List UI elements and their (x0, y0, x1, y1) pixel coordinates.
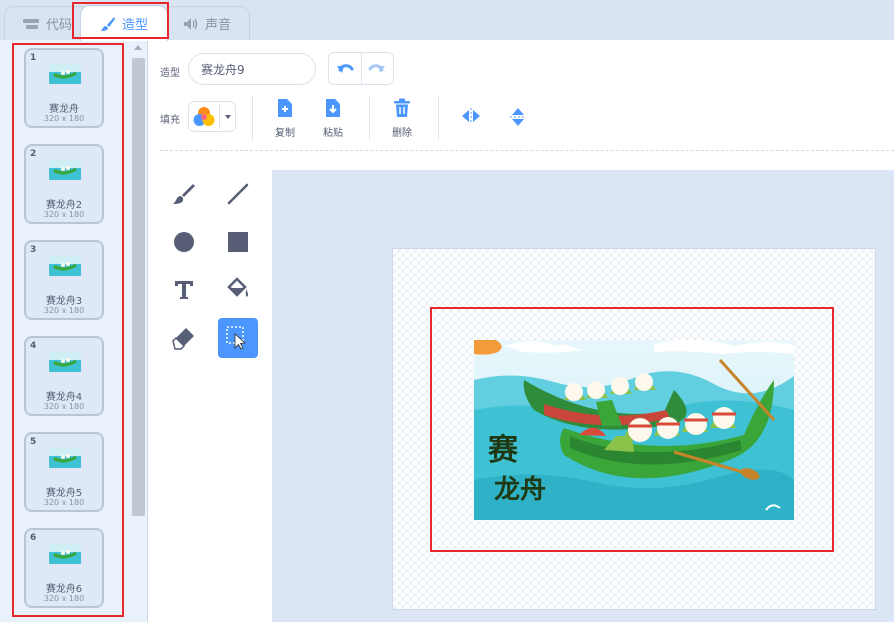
copy-label: 复制 (275, 128, 295, 139)
flip-vertical-button[interactable] (500, 106, 536, 131)
dragon-boat-image: 赛 龙舟 (474, 340, 794, 520)
code-blocks-icon (22, 18, 39, 29)
costume-number: 4 (30, 341, 37, 351)
flip-vertical-icon (510, 108, 526, 126)
copy-icon (278, 99, 292, 117)
costume-thumbnail (49, 352, 81, 372)
rectangle-tool-button[interactable] (218, 222, 258, 262)
circle-tool-button[interactable] (164, 222, 204, 262)
costume-size: 320 x 180 (43, 306, 85, 315)
costume-thumbnail (49, 160, 81, 180)
costume-name-value: 赛龙舟9 (201, 62, 245, 77)
chevron-down-icon (225, 115, 231, 119)
paint-bucket-icon (227, 277, 249, 297)
costume-number: 3 (30, 245, 37, 255)
costume-thumbnail (49, 544, 81, 564)
costume-item[interactable]: 6 赛龙舟6 320 x 180 (24, 528, 104, 608)
fill-label: 填充 (160, 115, 180, 126)
artwork-title-line2: 龙舟 (494, 475, 546, 505)
select-cursor-icon (226, 326, 246, 350)
redo-icon (368, 63, 386, 73)
line-tool-icon (227, 183, 249, 205)
undo-redo-group (328, 52, 394, 85)
scroll-up-arrow-icon[interactable] (134, 45, 142, 50)
fill-tool-button[interactable] (218, 270, 258, 310)
costume-number: 2 (30, 149, 37, 159)
paste-icon (326, 99, 340, 117)
costume-name-input[interactable]: 赛龙舟9 (188, 53, 316, 85)
eraser-icon (172, 328, 194, 350)
costume-name: 赛龙舟 (49, 104, 79, 115)
text-tool-icon (175, 281, 193, 299)
brush-icon (100, 16, 115, 31)
costume-thumbnail (49, 256, 81, 276)
costume-item[interactable]: 4 赛龙舟4 320 x 180 (24, 336, 104, 416)
artwork-title-line1: 赛 (488, 433, 519, 468)
brush-tool-button[interactable] (164, 174, 204, 214)
tab-sounds-label: 声音 (204, 18, 231, 33)
text-tool-button[interactable] (164, 270, 204, 310)
costume-size: 320 x 180 (43, 594, 85, 603)
costume-item[interactable]: 3 赛龙舟3 320 x 180 (24, 240, 104, 320)
paint-editor: 造型 赛龙舟9 填充 复制 粘贴 删除 (148, 40, 894, 622)
paste-button[interactable]: 粘贴 (315, 98, 351, 139)
eraser-tool-button[interactable] (164, 318, 204, 358)
costume-name: 赛龙舟4 (45, 392, 83, 403)
tab-code[interactable]: 代码 (4, 6, 90, 40)
costume-thumbnail (49, 448, 81, 468)
costume-name-label: 造型 (160, 68, 180, 79)
scrollbar-thumb[interactable] (132, 58, 145, 516)
undo-button[interactable] (329, 53, 361, 84)
tab-sounds[interactable]: 声音 (164, 6, 250, 40)
circle-tool-icon (174, 232, 194, 252)
costume-name: 赛龙舟6 (45, 584, 83, 595)
tab-bar: 代码 造型 声音 (0, 0, 894, 41)
rectangle-tool-icon (228, 232, 248, 252)
undo-icon (336, 63, 354, 73)
flip-horizontal-button[interactable] (453, 108, 489, 127)
costume-size: 320 x 180 (43, 402, 85, 411)
costume-item[interactable]: 2 赛龙舟2 320 x 180 (24, 144, 104, 224)
tab-costumes[interactable]: 造型 (80, 5, 168, 41)
delete-label: 删除 (392, 128, 412, 139)
delete-button[interactable]: 删除 (384, 98, 420, 139)
costume-artwork[interactable]: 赛 龙舟 (474, 340, 794, 520)
costume-number: 6 (30, 533, 37, 543)
costume-name: 赛龙舟5 (45, 488, 83, 499)
redo-button[interactable] (361, 53, 393, 84)
fill-color-picker[interactable] (188, 101, 236, 132)
brush-tool-icon (173, 184, 195, 204)
costume-thumbnail (49, 64, 81, 84)
costume-item[interactable]: 1 赛龙舟 320 x 180 (24, 48, 104, 128)
trash-icon (394, 98, 410, 117)
color-swatch-icon (193, 107, 215, 126)
costume-name: 赛龙舟3 (45, 296, 83, 307)
tab-costumes-label: 造型 (121, 18, 148, 33)
costume-item[interactable]: 5 赛龙舟5 320 x 180 (24, 432, 104, 512)
select-tool-button[interactable] (218, 318, 258, 358)
costume-size: 320 x 180 (43, 114, 85, 123)
costume-size: 320 x 180 (43, 210, 85, 219)
line-tool-button[interactable] (218, 174, 258, 214)
costume-name: 赛龙舟2 (45, 200, 83, 211)
costume-size: 320 x 180 (43, 498, 85, 507)
flip-horizontal-icon (462, 108, 480, 124)
tab-code-label: 代码 (45, 18, 72, 33)
copy-button[interactable]: 复制 (267, 98, 303, 139)
costume-number: 5 (30, 437, 37, 447)
costume-number: 1 (30, 53, 37, 63)
speaker-icon (183, 17, 198, 30)
paste-label: 粘贴 (323, 128, 343, 139)
